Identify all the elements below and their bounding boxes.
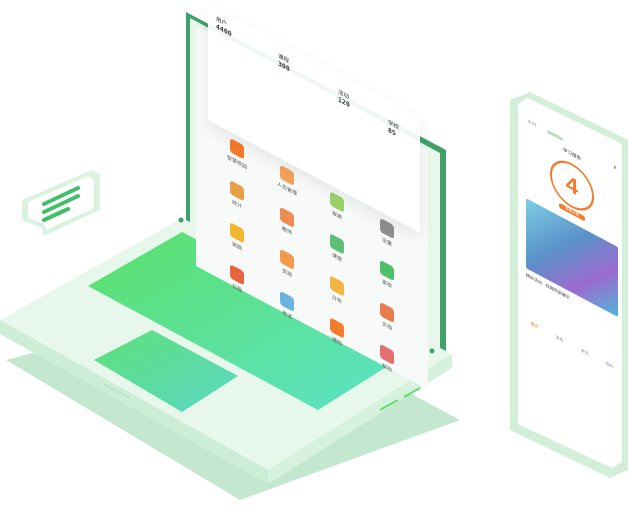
tab-home[interactable]: 首页 — [531, 321, 539, 331]
chat-bubble-icon — [22, 170, 100, 236]
stat-item: 学校 85 — [388, 118, 399, 140]
tab-messages[interactable]: 消息 — [556, 334, 564, 344]
battery-icon: ▮ — [613, 163, 616, 170]
phone-screen: 9:41 ▮ 学习报告 4 查看详情 精彩活动 · 校园风采展示 首页 消息 发… — [522, 112, 622, 465]
tab-discover[interactable]: 发现 — [581, 347, 589, 357]
stat-item: 活动 120 — [338, 87, 350, 109]
phone-tab-bar: 首页 消息 发现 我的 — [522, 316, 622, 375]
stat-item: 课程 300 — [278, 51, 290, 73]
score-number: 4 — [565, 169, 579, 201]
illustration-stage: 智慧校园 人员管理 报表 设置 统计 教师 课堂 家校 奖励 资源 分析 文档 日程 考试 通知 帮助 用户 … — [0, 0, 629, 527]
stat-item: 用户 4400 — [216, 14, 232, 38]
phone-time: 9:41 — [528, 118, 537, 128]
tab-profile[interactable]: 我的 — [606, 360, 614, 370]
